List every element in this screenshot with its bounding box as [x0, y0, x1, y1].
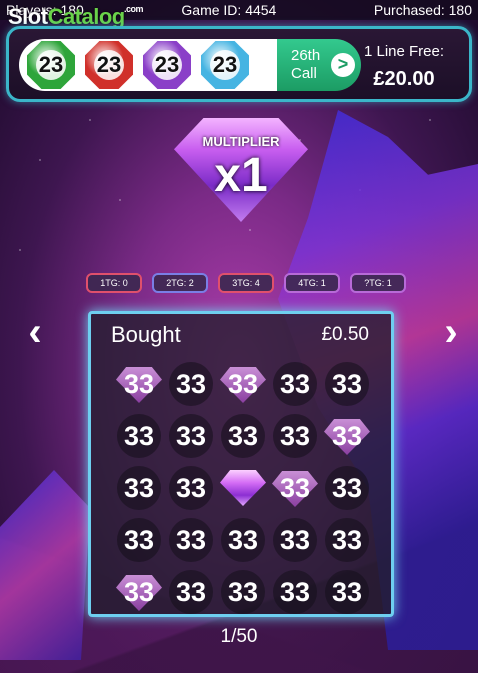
game-id: Game ID: 4454 [181, 2, 277, 18]
called-ball: 23 [27, 41, 75, 89]
card-cell[interactable]: 33 [113, 566, 165, 618]
ball-number: 23 [96, 52, 122, 77]
purchased-count: Purchased: 180 [373, 2, 472, 18]
card-cell[interactable]: 33 [269, 462, 321, 514]
card-cell[interactable]: 33 [269, 358, 321, 410]
multiplier-value: x1 [214, 149, 268, 202]
card-cell[interactable]: 33 [165, 410, 217, 462]
card-cell[interactable]: 33 [269, 566, 321, 618]
called-ball: 23 [143, 41, 191, 89]
called-balls-strip: 23 23 23 23 26th Call > [19, 39, 361, 91]
card-cell[interactable]: 33 [113, 462, 165, 514]
ball-number: 23 [154, 52, 180, 77]
card-header: Bought £0.50 [111, 322, 369, 348]
card-number-grid: 33 33 33 33 33 33 33 33 33 33 33 33 33 33 33 33 33 33 33 33… [113, 358, 373, 618]
card-cell[interactable]: 33 [165, 514, 217, 566]
card-pager: 1/50 [220, 626, 258, 647]
cell-number: 33 [279, 420, 311, 451]
cell-number: 33 [123, 576, 155, 607]
card-cell[interactable]: 33 [165, 566, 217, 618]
card-cell[interactable]: 33 [321, 514, 373, 566]
line-free-amount: £20.00 [373, 68, 435, 90]
cell-number: 33 [279, 524, 311, 555]
cell-number: 33 [175, 472, 207, 503]
diamond-icon [220, 470, 266, 506]
card-cell[interactable]: 33 [321, 358, 373, 410]
ball-number: 23 [212, 52, 238, 77]
next-card-arrow[interactable]: › [436, 312, 466, 352]
cell-number: 33 [279, 472, 311, 503]
cell-number: 33 [227, 368, 259, 399]
cell-number: 33 [331, 368, 363, 399]
cell-number: 33 [279, 368, 311, 399]
multiplier-badge: MULTIPLIER x1 [174, 118, 308, 222]
cell-number: 33 [227, 524, 259, 555]
card-price: £0.50 [321, 324, 369, 345]
card-cell[interactable]: 33 [321, 462, 373, 514]
tg-chip: 3TG: 4 [218, 273, 274, 293]
cell-number: 33 [331, 420, 363, 451]
called-ball: 23 [201, 41, 249, 89]
tg-chip: 1TG: 0 [86, 273, 142, 293]
card-cell[interactable]: 33 [217, 358, 269, 410]
card-cell[interactable]: 33 [269, 410, 321, 462]
prev-card-arrow[interactable]: ‹ [20, 312, 50, 352]
tg-chip: ?TG: 1 [350, 273, 406, 293]
card-cell[interactable]: 33 [217, 410, 269, 462]
card-cell[interactable]: 33 [321, 410, 373, 462]
line-free-label: 1 Line Free: [363, 43, 445, 60]
card-cell[interactable]: 33 [217, 566, 269, 618]
card-cell[interactable]: 33 [165, 358, 217, 410]
tg-chip: 4TG: 1 [284, 273, 340, 293]
cell-number: 33 [123, 420, 155, 451]
multiplier-label: MULTIPLIER [202, 134, 280, 149]
card-cell[interactable]: 33 [113, 358, 165, 410]
card-cell[interactable]: 33 [165, 462, 217, 514]
cell-number: 33 [331, 576, 363, 607]
bingo-card: Bought £0.50 33 33 33 33 33 33 33 33 33 33 33 33 33 3… [88, 311, 394, 617]
card-cell[interactable]: 33 [113, 410, 165, 462]
card-title: Bought [111, 322, 181, 347]
card-cell[interactable]: 33 [217, 514, 269, 566]
cell-number: 33 [227, 420, 259, 451]
card-cell[interactable]: 33 [113, 514, 165, 566]
card-cell[interactable]: 33 [269, 514, 321, 566]
free-space-cell[interactable] [217, 462, 269, 514]
cell-number: 33 [175, 524, 207, 555]
cell-number: 33 [279, 576, 311, 607]
cell-number: 33 [123, 472, 155, 503]
cell-number: 33 [175, 576, 207, 607]
cell-number: 33 [331, 524, 363, 555]
cell-number: 33 [123, 368, 155, 399]
ball-number: 23 [38, 52, 64, 77]
cell-number: 33 [123, 524, 155, 555]
to-go-chips: 1TG: 0 2TG: 2 3TG: 4 4TG: 1 ?TG: 1 [86, 273, 406, 293]
tg-chip: 2TG: 2 [152, 273, 208, 293]
cell-number: 33 [175, 420, 207, 451]
cell-number: 33 [227, 576, 259, 607]
cell-number: 33 [175, 368, 207, 399]
logo-suffix: .com [124, 4, 144, 14]
card-cell[interactable]: 33 [321, 566, 373, 618]
line-free-prize: 1 Line Free: £20.00 [349, 43, 459, 91]
called-ball: 23 [85, 41, 133, 89]
called-balls-panel: 23 23 23 23 26th Call > 1 Line Free: £20… [6, 26, 472, 102]
cell-number: 33 [331, 472, 363, 503]
